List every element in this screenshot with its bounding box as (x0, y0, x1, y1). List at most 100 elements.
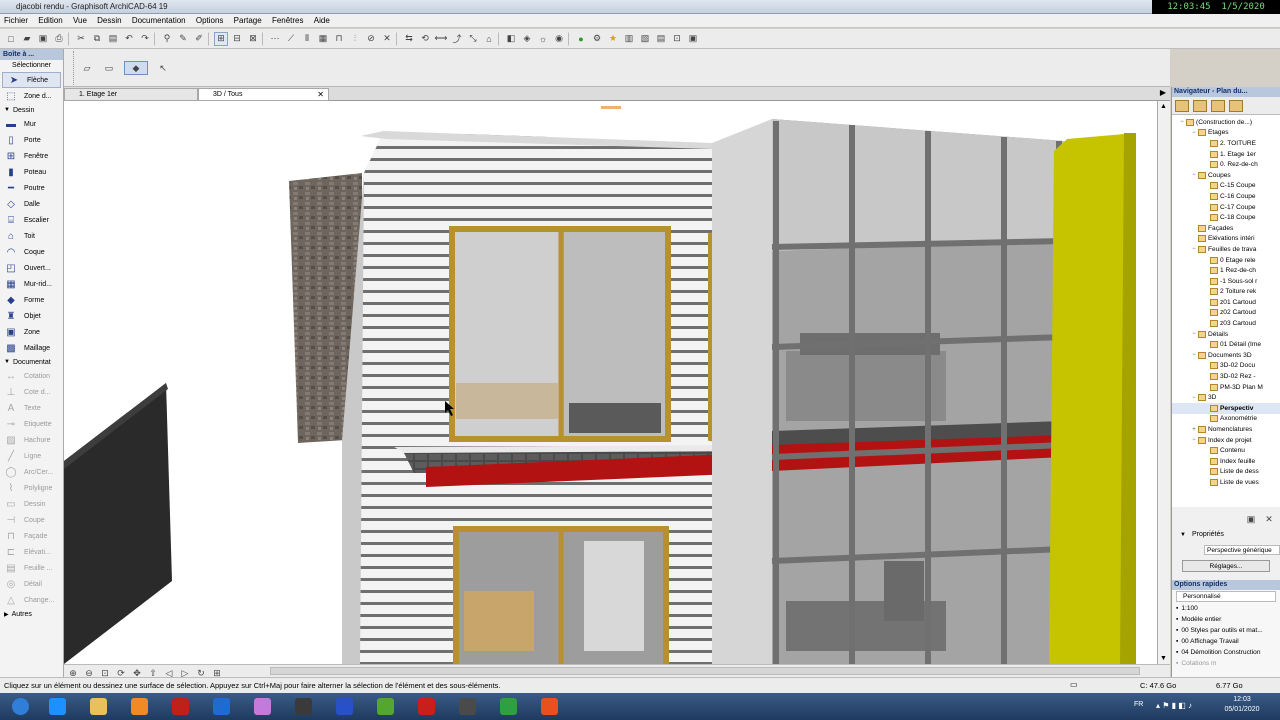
snap-points-icon[interactable]: ⋯ (268, 32, 282, 46)
tool-dessin[interactable]: ▭ Dessin (0, 496, 63, 512)
properties-header[interactable]: ▼ Propriétés (1180, 531, 1224, 538)
resize-icon[interactable]: ⤡ (466, 32, 480, 46)
tool-fa-ade[interactable]: ⊓ Façade (0, 528, 63, 544)
tool-arc-cer[interactable]: ◯ Arc/Cer... (0, 464, 63, 480)
tool-poteau[interactable]: ▮ Poteau (0, 164, 63, 180)
polygon-select-icon[interactable]: ▱ (80, 61, 94, 75)
tool-feuille[interactable]: ▤ Feuille ... (0, 560, 63, 576)
tree-item[interactable]: C-17 Coupe (1172, 202, 1280, 213)
new-file-icon[interactable]: □ (4, 32, 18, 46)
info-box-grip[interactable] (66, 51, 74, 85)
file-explorer-icon[interactable] (81, 695, 115, 718)
tree-item[interactable]: 3D-02 Rez - (1172, 371, 1280, 382)
tree-item[interactable]: 1 Rez-de-ch (1172, 265, 1280, 276)
quick-options-preset[interactable]: Personnalisé (1176, 591, 1276, 602)
collapse-icon[interactable]: − (1190, 331, 1198, 337)
teamwork-icon[interactable]: ● (574, 32, 588, 46)
camtasia-green-icon[interactable] (491, 695, 525, 718)
grid-snap-icon[interactable]: ⊞ (214, 31, 228, 46)
lock-icon[interactable]: ⊓ (332, 32, 346, 46)
pointer-icon[interactable]: ↖ (156, 61, 170, 75)
find-select-icon[interactable]: ⚲ (160, 32, 174, 46)
group-icon[interactable]: ▦ (316, 32, 330, 46)
language-indicator[interactable]: FR (1134, 701, 1143, 708)
rotated-rect-select-icon[interactable]: ◆ (124, 61, 148, 75)
tree-item[interactable]: C-15 Coupe (1172, 181, 1280, 192)
collapse-icon[interactable]: − (1190, 352, 1198, 358)
horizontal-scrollbar[interactable]: ⊕ ⊖ ⊡ ⟳ ✥ ⇧ ◁ ▷ ↻ ⊞ (64, 664, 1170, 678)
app-blue-icon[interactable] (204, 695, 238, 718)
menu-fenetres[interactable]: Fenêtres (268, 14, 308, 28)
tree-item[interactable]: Contenu (1172, 445, 1280, 456)
tool-poutre[interactable]: ━ Poutre (0, 180, 63, 196)
tree-item[interactable]: − Feuilles de trava (1172, 244, 1280, 255)
menu-fichier[interactable]: Fichier (0, 14, 32, 28)
tree-item[interactable]: Axonométrie (1172, 414, 1280, 425)
tree-item[interactable]: 2 Toiture rek (1172, 287, 1280, 298)
collapse-icon[interactable]: − (1190, 246, 1198, 252)
tool-polyligne[interactable]: ⌇ Polyligne (0, 480, 63, 496)
menu-partage[interactable]: Partage (230, 14, 266, 28)
tool-el-vati[interactable]: ⊏ Elévati... (0, 544, 63, 560)
quick-option-item[interactable]: ▪ 04 Démolition Construction (1172, 647, 1280, 658)
rect-select-icon[interactable]: ▭ (102, 61, 116, 75)
book-icon[interactable]: ▣ (686, 32, 700, 46)
rotate-icon[interactable]: ⟲ (418, 32, 432, 46)
schedule-icon[interactable]: ▤ (654, 32, 668, 46)
tree-item[interactable]: 1. Etage 1er (1172, 149, 1280, 160)
settings-icon[interactable]: ▣ (1244, 512, 1258, 526)
sketch-app-icon[interactable] (450, 695, 484, 718)
copy-icon[interactable]: ⧉ (90, 32, 104, 46)
split-icon[interactable]: ⊘ (364, 32, 378, 46)
publisher-icon[interactable]: ▥ (622, 32, 636, 46)
vertical-scrollbar[interactable]: ▲ ▼ (1158, 101, 1170, 664)
tree-item[interactable]: − Etages (1172, 128, 1280, 139)
tool-d-tail[interactable]: ◎ Détail (0, 576, 63, 592)
tab-3d-tous[interactable]: 3D / Tous ✕ (198, 88, 329, 101)
settings-button[interactable]: Réglages... (1182, 560, 1270, 572)
tree-item[interactable]: − (Construction de...) (1172, 117, 1280, 128)
tree-item[interactable]: z02 Cartoud (1172, 308, 1280, 319)
explode-icon[interactable]: ✕ (380, 32, 394, 46)
tree-item[interactable]: − Coupes (1172, 170, 1280, 181)
tool-coupe[interactable]: ⊣ Coupe (0, 512, 63, 528)
elevate-move-icon[interactable]: ⤴ (450, 32, 464, 46)
app-red-icon[interactable] (163, 695, 197, 718)
quick-option-item[interactable]: ▪ Modèle entier (1172, 614, 1280, 625)
tool-escalier[interactable]: ⌸ Escalier (0, 212, 63, 228)
marquee-tool[interactable]: ⬚ Zone d... (0, 88, 63, 104)
scroll-up-icon[interactable]: ▲ (1160, 103, 1167, 110)
tree-item[interactable]: 0. Rez-de-ch (1172, 159, 1280, 170)
utorrent-icon[interactable] (368, 695, 402, 718)
tree-item[interactable]: 3D-02 Docu (1172, 361, 1280, 372)
properties-value[interactable]: Perspective générique (1204, 545, 1280, 555)
collapse-icon[interactable]: − (1178, 119, 1186, 125)
project-map-icon[interactable] (1175, 99, 1189, 112)
tool-ligne[interactable]: ╱ Ligne (0, 448, 63, 464)
tree-item[interactable]: 01 Détail (Ime (1172, 339, 1280, 350)
tool-etiquette[interactable]: ⊸ Etiquette (0, 416, 63, 432)
scroll-down-icon[interactable]: ▼ (1160, 655, 1167, 662)
scroll-thumb[interactable] (270, 667, 1140, 675)
tree-item[interactable]: PM-3D Plan M (1172, 382, 1280, 393)
eyedropper-icon[interactable]: ✎ (176, 32, 190, 46)
tree-item[interactable]: + Nomenclatures (1172, 424, 1280, 435)
tool-mur-rid[interactable]: ▦ Mur-rid... (0, 276, 63, 292)
tool-forme[interactable]: ◆ Forme (0, 292, 63, 308)
tree-item[interactable]: C-18 Coupe (1172, 212, 1280, 223)
itunes-icon[interactable] (245, 695, 279, 718)
section-documentation[interactable]: ▼ Documentat (0, 356, 63, 368)
align-icon[interactable]: ⫴ (300, 32, 314, 46)
tool-hachure[interactable]: ▨ Hachure (0, 432, 63, 448)
mirror-icon[interactable]: ⟷ (434, 32, 448, 46)
paste-icon[interactable]: ▤ (106, 32, 120, 46)
tool-porte[interactable]: ▯ Porte (0, 132, 63, 148)
layout-icon[interactable]: ⊡ (670, 32, 684, 46)
tree-item[interactable]: Façades (1172, 223, 1280, 234)
print-icon[interactable]: ⎙ (52, 32, 66, 46)
tool-coque[interactable]: ◠ Coque (0, 244, 63, 260)
quick-option-item[interactable]: ▪ Cotations m (1172, 658, 1280, 669)
close-icon[interactable]: ✕ (317, 89, 324, 101)
menu-vue[interactable]: Vue (69, 14, 91, 28)
tool-maillage[interactable]: ▩ Maillage (0, 340, 63, 356)
